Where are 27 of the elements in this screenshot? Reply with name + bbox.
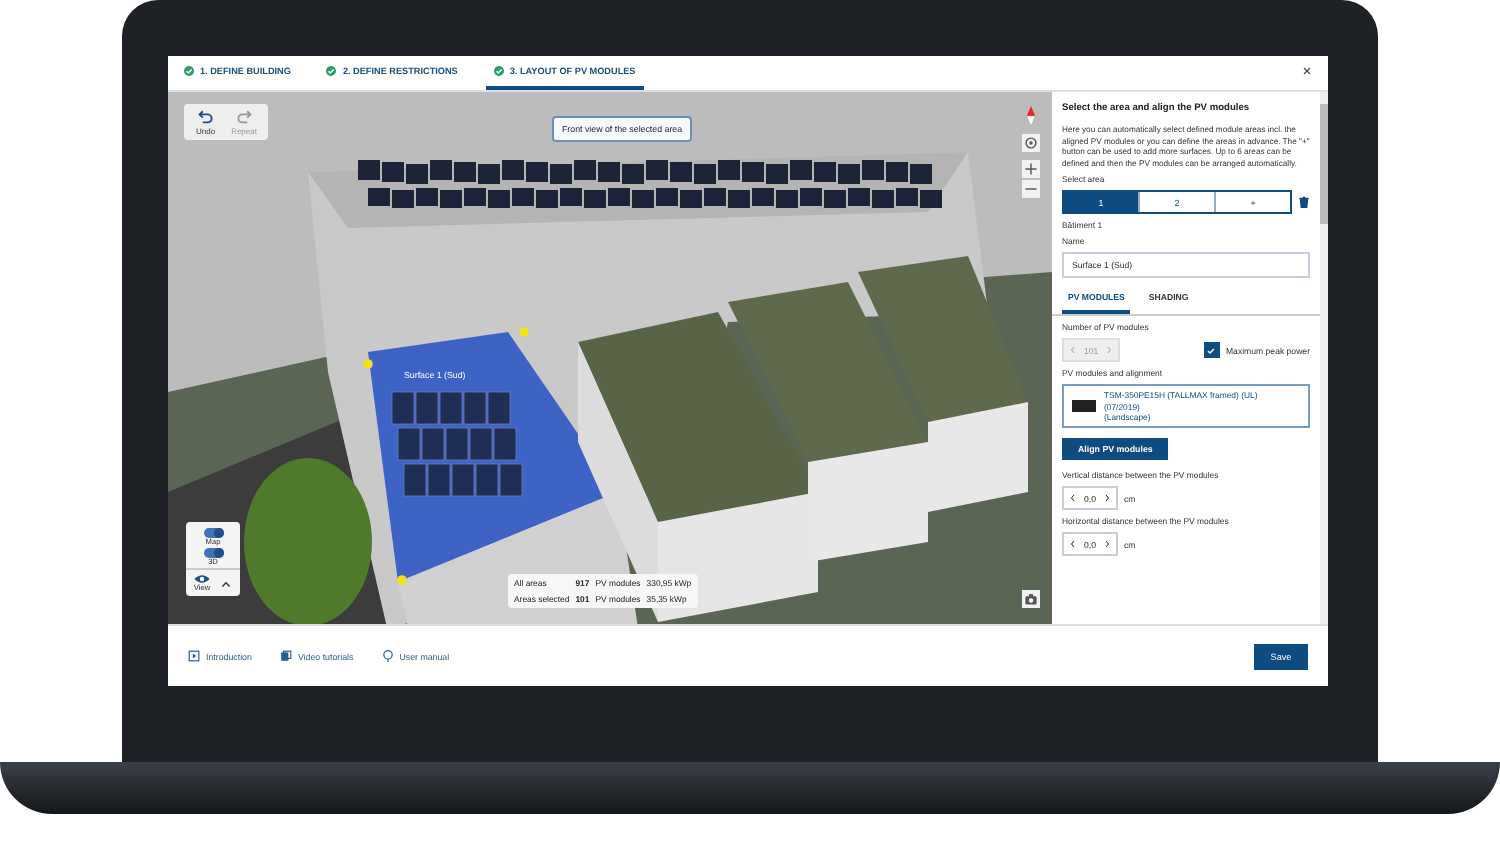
checkmark-icon [1206, 345, 1217, 356]
help-icon [381, 650, 394, 662]
screenshot-button[interactable] [1022, 590, 1040, 608]
chevron-right-icon [1106, 346, 1113, 355]
solar-panels-drawing [391, 391, 523, 497]
zoom-out-button[interactable] [1022, 180, 1040, 198]
compass-icon [1026, 106, 1036, 126]
center-view-button[interactable] [1022, 134, 1040, 152]
chevron-right-icon [1103, 540, 1110, 549]
redo-icon [236, 108, 253, 124]
plus-icon [1024, 162, 1038, 176]
zoom-in-button[interactable] [1022, 160, 1040, 178]
camera-icon [1024, 592, 1038, 606]
module-thumbnail [1072, 400, 1096, 413]
minus-icon [1024, 182, 1038, 196]
chevron-left-icon [1070, 346, 1076, 355]
chevron-up-icon [220, 577, 233, 589]
trash-icon [1298, 196, 1310, 209]
play-icon [188, 650, 200, 662]
collapse-button[interactable] [220, 577, 233, 589]
undo-icon [197, 108, 214, 124]
eye-icon [193, 574, 210, 584]
target-icon [1024, 136, 1038, 150]
video-icon [279, 650, 292, 662]
chevron-right-icon [1103, 494, 1110, 503]
chevron-left-icon [1070, 540, 1076, 549]
chevron-left-icon [1070, 494, 1076, 503]
